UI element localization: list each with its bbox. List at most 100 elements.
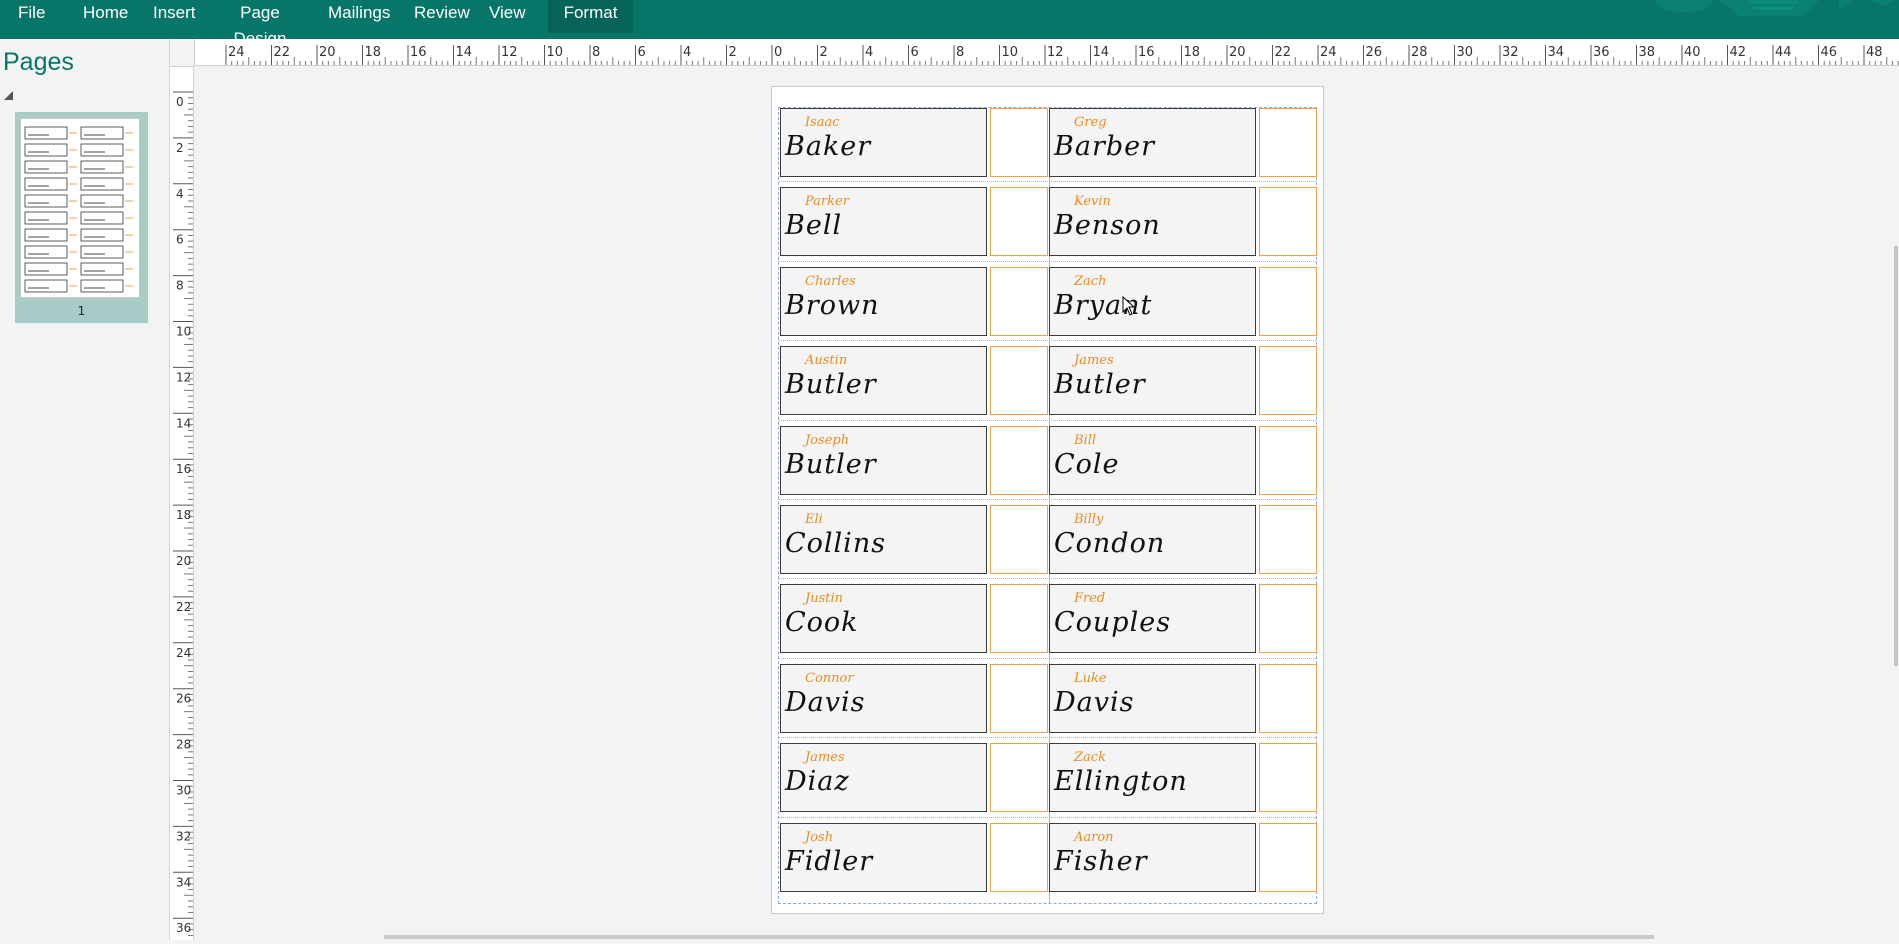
pages-pane: Pages 1 [0,39,170,940]
label-image-placeholder[interactable] [1259,505,1317,574]
name-label[interactable]: Joseph Butler [780,426,987,495]
first-name-text[interactable]: James [1074,353,1114,368]
label-image-placeholder[interactable] [1259,584,1317,653]
name-label[interactable]: Connor Davis [780,664,987,733]
last-name-text[interactable]: Cook [785,607,859,638]
first-name-text[interactable]: Isaac [805,115,840,130]
first-name-text[interactable]: Charles [805,274,856,289]
last-name-text[interactable]: Brown [785,290,880,321]
tab-review[interactable]: Review [414,0,470,33]
horizontal-ruler[interactable]: 24 22 20 18 16 14 12 10 8 6 4 2 0 2 4 6 8 10 12 14 16 18 20 22 2… [170,39,1899,66]
name-label[interactable]: Kevin Benson [1049,187,1256,256]
first-name-text[interactable]: Greg [1074,115,1107,130]
name-label[interactable]: Josh Fidler [780,823,987,892]
label-image-placeholder[interactable] [990,743,1048,812]
tab-insert[interactable]: Insert [153,0,196,33]
name-label[interactable]: Luke Davis [1049,664,1256,733]
last-name-text[interactable]: Diaz [785,766,850,797]
last-name-text[interactable]: Butler [1054,369,1146,400]
first-name-text[interactable]: Justin [805,591,843,606]
name-label[interactable]: Charles Brown [780,267,987,336]
last-name-text[interactable]: Fidler [785,846,873,877]
last-name-text[interactable]: Baker [785,131,871,162]
first-name-text[interactable]: James [805,750,845,765]
name-label[interactable]: Zach Bryant [1049,267,1256,336]
name-label[interactable]: Austin Butler [780,346,987,415]
name-label[interactable]: Justin Cook [780,584,987,653]
collapse-triangle-icon[interactable] [4,91,13,100]
name-label[interactable]: James Butler [1049,346,1256,415]
name-label[interactable]: Fred Couples [1049,584,1256,653]
label-image-placeholder[interactable] [990,108,1048,177]
label-image-placeholder[interactable] [1259,743,1317,812]
last-name-text[interactable]: Bryant [1054,290,1152,321]
first-name-text[interactable]: Austin [805,353,847,368]
last-name-text[interactable]: Ellington [1054,766,1188,797]
last-name-text[interactable]: Davis [785,687,866,718]
last-name-text[interactable]: Butler [785,449,877,480]
first-name-text[interactable]: Aaron [1074,830,1114,845]
last-name-text[interactable]: Collins [785,528,886,559]
tab-format[interactable]: Format [548,0,633,33]
first-name-text[interactable]: Parker [805,194,849,209]
page-thumbnail[interactable]: 1 [15,112,148,323]
horizontal-scrollbar-thumb[interactable] [384,935,1654,939]
first-name-text[interactable]: Connor [805,671,854,686]
name-label[interactable]: Zack Ellington [1049,743,1256,812]
name-label[interactable]: Greg Barber [1049,108,1256,177]
first-name-text[interactable]: Zack [1074,750,1106,765]
last-name-text[interactable]: Condon [1054,528,1165,559]
document-page[interactable]: Isaac Baker Greg Barber Parker Bell Kevin Benso… [771,86,1324,914]
first-name-text[interactable]: Bill [1074,433,1096,448]
name-label[interactable]: Billy Condon [1049,505,1256,574]
last-name-text[interactable]: Bell [785,210,842,241]
label-image-placeholder[interactable] [990,187,1048,256]
vertical-scrollbar[interactable] [1893,66,1899,934]
first-name-text[interactable]: Fred [1074,591,1105,606]
label-image-placeholder[interactable] [1259,108,1317,177]
label-image-placeholder[interactable] [990,426,1048,495]
first-name-text[interactable]: Luke [1074,671,1107,686]
label-image-placeholder[interactable] [1259,346,1317,415]
label-image-placeholder[interactable] [1259,267,1317,336]
name-label[interactable]: Parker Bell [780,187,987,256]
document-workspace[interactable]: Isaac Baker Greg Barber Parker Bell Kevin Benso… [194,66,1899,934]
last-name-text[interactable]: Barber [1054,131,1155,162]
label-image-placeholder[interactable] [990,267,1048,336]
last-name-text[interactable]: Cole [1054,449,1120,480]
first-name-text[interactable]: Billy [1074,512,1103,527]
name-label[interactable]: Aaron Fisher [1049,823,1256,892]
last-name-text[interactable]: Couples [1054,607,1171,638]
label-image-placeholder[interactable] [990,584,1048,653]
label-image-placeholder[interactable] [990,346,1048,415]
name-label[interactable]: Eli Collins [780,505,987,574]
last-name-text[interactable]: Benson [1054,210,1161,241]
first-name-text[interactable]: Josh [805,830,833,845]
ruler-corner [170,39,195,67]
tab-view[interactable]: View [489,0,526,33]
tab-page-design[interactable]: Page Design [217,0,303,39]
label-image-placeholder[interactable] [990,505,1048,574]
label-image-placeholder[interactable] [1259,426,1317,495]
name-label[interactable]: Isaac Baker [780,108,987,177]
first-name-text[interactable]: Joseph [805,433,849,448]
first-name-text[interactable]: Zach [1074,274,1106,289]
label-image-placeholder[interactable] [1259,664,1317,733]
tab-home[interactable]: Home [83,0,128,33]
first-name-text[interactable]: Kevin [1074,194,1111,209]
last-name-text[interactable]: Davis [1054,687,1135,718]
label-image-placeholder[interactable] [1259,823,1317,892]
name-label[interactable]: Bill Cole [1049,426,1256,495]
label-image-placeholder[interactable] [1259,187,1317,256]
first-name-text[interactable]: Eli [805,512,823,527]
name-label[interactable]: James Diaz [780,743,987,812]
vertical-ruler[interactable]: 0 2 4 6 8 10 12 14 16 18 20 22 24 26 28 30 32 34 36 [170,66,194,940]
tab-mailings[interactable]: Mailings [328,0,390,33]
last-name-text[interactable]: Butler [785,369,877,400]
vertical-scrollbar-thumb[interactable] [1894,246,1898,666]
label-image-placeholder[interactable] [990,664,1048,733]
last-name-text[interactable]: Fisher [1054,846,1148,877]
label-image-placeholder[interactable] [990,823,1048,892]
horizontal-scrollbar[interactable] [194,934,1899,940]
tab-file[interactable]: File [18,0,45,33]
